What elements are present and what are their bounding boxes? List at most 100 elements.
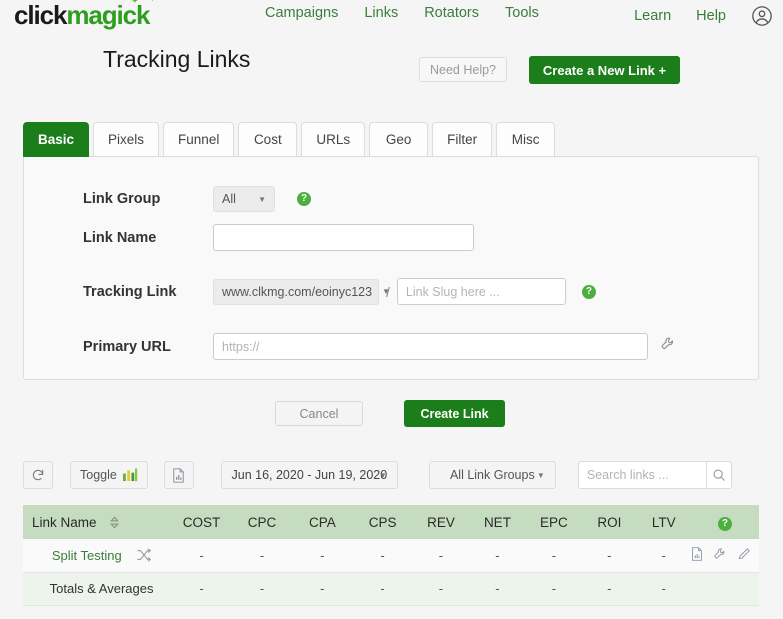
total-actions-cell xyxy=(690,572,759,606)
cell-roi: - xyxy=(582,539,637,573)
column-header-roi[interactable]: ROI xyxy=(582,505,637,539)
report-document-icon[interactable] xyxy=(691,547,703,561)
total-cpa: - xyxy=(292,572,353,606)
link-groups-filter-select[interactable]: All Link Groups ▼ xyxy=(428,461,556,489)
total-roi: - xyxy=(582,572,637,606)
cell-cpc: - xyxy=(231,539,293,573)
column-header-cps[interactable]: CPS xyxy=(352,505,413,539)
column-header-link-name[interactable]: Link Name xyxy=(23,505,172,539)
cell-net: - xyxy=(469,539,526,573)
field-row-link-name: Link Name xyxy=(83,224,474,251)
need-help-button[interactable]: Need Help? xyxy=(419,57,507,82)
table-row: Totals & Averages - - - - - - - - - xyxy=(23,572,759,606)
date-range-value: Jun 16, 2020 - Jun 19, 2020 xyxy=(231,468,388,482)
clickmagick-logo[interactable]: clickmagick ✦ ✦ ✦ xyxy=(14,0,155,28)
nav-item-rotators[interactable]: Rotators xyxy=(424,5,479,21)
totals-and-averages-label: Totals & Averages xyxy=(49,581,154,596)
tab-funnel[interactable]: Funnel xyxy=(163,122,235,157)
link-group-select[interactable]: All ▼ xyxy=(213,186,275,212)
link-slug-input[interactable] xyxy=(396,278,566,305)
wrench-icon[interactable] xyxy=(713,547,727,561)
column-header-cpa[interactable]: CPA xyxy=(292,505,353,539)
slug-separator: / xyxy=(386,283,390,300)
column-header-epc[interactable]: EPC xyxy=(525,505,583,539)
column-header-net[interactable]: NET xyxy=(469,505,526,539)
refresh-icon xyxy=(32,469,44,481)
cancel-button[interactable]: Cancel xyxy=(275,401,363,426)
table-help-icon[interactable]: ? xyxy=(717,516,732,531)
wrench-icon[interactable] xyxy=(660,336,676,357)
form-tabs: Basic Pixels Funnel Cost URLs Geo Filter… xyxy=(23,122,559,157)
search-button[interactable] xyxy=(705,461,732,489)
table-row[interactable]: Split Testing - - - - - - - - - xyxy=(23,539,759,573)
link-group-label: Link Group xyxy=(83,191,161,207)
tracking-links-table: Link Name COST CPC CPA CPS REV NET EPC R… xyxy=(23,505,759,606)
refresh-button[interactable] xyxy=(23,461,53,489)
tab-misc[interactable]: Misc xyxy=(496,122,556,157)
column-label-link-name: Link Name xyxy=(32,514,97,530)
bar-chart-icon xyxy=(122,468,138,482)
create-link-button[interactable]: Create Link xyxy=(404,400,505,427)
nav-item-links[interactable]: Links xyxy=(364,5,398,21)
total-net: - xyxy=(469,572,526,606)
nav-item-campaigns[interactable]: Campaigns xyxy=(265,5,338,21)
account-circle-icon[interactable] xyxy=(751,5,773,27)
tab-urls[interactable]: URLs xyxy=(301,122,366,157)
column-header-cpc[interactable]: CPC xyxy=(231,505,293,539)
create-a-new-link-button[interactable]: Create a New Link + xyxy=(529,56,680,84)
tab-geo[interactable]: Geo xyxy=(369,122,429,157)
total-ltv: - xyxy=(636,572,691,606)
primary-url-input[interactable] xyxy=(213,333,648,360)
row-link-name-cell: Split Testing xyxy=(23,539,172,573)
table-toolbar: Toggle Jun 16, 2020 - Jun 19, 2020 ▼ All… xyxy=(23,461,732,489)
toggle-chart-button[interactable]: Toggle xyxy=(70,461,148,489)
date-range-selector[interactable]: Jun 16, 2020 - Jun 19, 2020 ▼ xyxy=(220,461,398,489)
tab-basic[interactable]: Basic xyxy=(23,122,90,157)
pencil-icon[interactable] xyxy=(737,547,751,561)
chevron-down-icon: ▼ xyxy=(258,194,266,204)
link-name-label: Link Name xyxy=(83,229,157,246)
tab-filter[interactable]: Filter xyxy=(432,122,493,157)
link-name-split-testing[interactable]: Split Testing xyxy=(52,548,122,563)
row-action-icons xyxy=(691,547,759,561)
cell-cpa: - xyxy=(292,539,353,573)
field-row-link-group: Link Group All ▼ ? xyxy=(83,186,311,212)
total-cps: - xyxy=(352,572,413,606)
search-icon xyxy=(713,469,725,481)
tracking-link-label: Tracking Link xyxy=(83,283,177,300)
link-groups-filter-value: All Link Groups xyxy=(449,468,535,482)
total-cpc: - xyxy=(231,572,293,606)
search-input[interactable] xyxy=(577,461,706,489)
primary-nav-links: Campaigns Links Rotators Tools xyxy=(265,5,539,21)
nav-item-help[interactable]: Help xyxy=(696,8,726,24)
logo-sparkle-icon: ✦ xyxy=(132,0,138,5)
column-header-ltv[interactable]: LTV xyxy=(636,505,691,539)
nav-item-tools[interactable]: Tools xyxy=(505,5,539,21)
report-document-icon xyxy=(173,467,185,483)
link-group-value: All xyxy=(222,192,236,206)
nav-item-learn[interactable]: Learn xyxy=(634,8,671,24)
toggle-label: Toggle xyxy=(80,468,117,482)
sort-toggle-icon[interactable] xyxy=(109,516,120,529)
tracking-domain-select[interactable]: www.clkmg.com/eoinyc123 ▼ xyxy=(213,278,390,305)
field-row-primary-url: Primary URL xyxy=(83,333,676,360)
logo-sparkle-icon: ✦ xyxy=(150,0,155,3)
row-totals-label-cell: Totals & Averages xyxy=(23,572,172,606)
link-group-help-icon[interactable]: ? xyxy=(297,192,311,206)
column-header-rev[interactable]: REV xyxy=(412,505,470,539)
tracking-link-help-icon[interactable]: ? xyxy=(581,284,596,299)
cell-rev: - xyxy=(412,539,470,573)
tab-cost[interactable]: Cost xyxy=(238,122,298,157)
total-epc: - xyxy=(525,572,583,606)
chevron-down-icon: ▼ xyxy=(378,470,387,480)
column-header-actions: ? xyxy=(690,505,759,539)
primary-url-label: Primary URL xyxy=(83,338,171,355)
chevron-down-icon: ▼ xyxy=(536,470,545,480)
tab-pixels[interactable]: Pixels xyxy=(93,122,160,157)
column-header-cost[interactable]: COST xyxy=(171,505,232,539)
total-rev: - xyxy=(412,572,470,606)
shuffle-icon[interactable] xyxy=(137,548,152,562)
export-report-button[interactable] xyxy=(163,461,194,489)
link-name-input[interactable] xyxy=(213,224,474,251)
total-cost: - xyxy=(171,572,232,606)
